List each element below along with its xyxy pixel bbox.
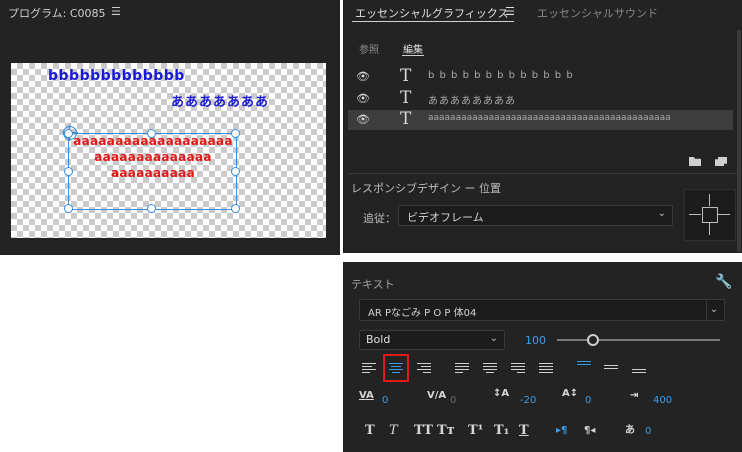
new-layer-icon[interactable]	[715, 157, 727, 166]
pin-right-line[interactable]	[718, 214, 730, 215]
subtab-browse[interactable]: 参照	[359, 41, 379, 56]
font-style-dropdown[interactable]: Bold ⌄	[359, 330, 505, 350]
tsume-icon: あ	[625, 425, 635, 436]
resize-handle-top-left[interactable]	[64, 129, 73, 138]
pin-bottom-line[interactable]	[709, 223, 710, 235]
align-middle-icon[interactable]	[604, 365, 618, 378]
eye-icon[interactable]: 👁	[356, 70, 370, 83]
chevron-down-icon: ⌄	[706, 300, 721, 320]
resize-handle-bottom-right[interactable]	[231, 204, 240, 213]
leading-icon: ↕A	[493, 388, 510, 399]
resize-handle-top[interactable]	[147, 129, 156, 138]
canvas-text-line-jp[interactable]: あああああああ	[171, 91, 269, 110]
chevron-down-icon: ⌄	[657, 208, 666, 219]
align-right-icon[interactable]	[417, 363, 431, 376]
follow-dropdown[interactable]: ビデオフレーム ⌄	[398, 205, 673, 226]
subscript-button[interactable]: T₁	[494, 423, 509, 438]
wrench-icon[interactable]: 🔧	[715, 274, 732, 290]
kerning-icon: VA	[359, 390, 374, 401]
eye-icon[interactable]: 👁	[356, 113, 370, 126]
align-bottom-icon[interactable]	[632, 369, 646, 382]
tracking-icon: V/A	[427, 390, 447, 401]
rtl-direction-icon[interactable]: ¶◂	[584, 425, 595, 436]
resize-handle-right[interactable]	[231, 167, 240, 176]
justify-all-icon[interactable]	[539, 363, 553, 376]
layer-label: aaaaaaaaaaaaaaaaaaaaaaaaaaaaaaaaaaaaaaaa…	[428, 113, 671, 123]
subtab-edit[interactable]: 編集	[403, 41, 423, 56]
text-section-title: テキスト	[351, 278, 395, 291]
layer-label: ああああああああ	[428, 96, 516, 107]
tab-essential-sound[interactable]: エッセンシャルサウンド	[537, 5, 658, 21]
resize-handle-bottom-left[interactable]	[64, 204, 73, 213]
all-caps-button[interactable]: TT	[414, 423, 433, 438]
align-top-icon[interactable]	[577, 361, 591, 374]
text-layer-icon: T	[400, 66, 412, 86]
font-style-value: Bold	[366, 333, 391, 346]
center-align-highlight	[383, 354, 409, 382]
faux-italic-button[interactable]: T	[389, 423, 398, 438]
layer-row[interactable]: 👁 T ああああああああ	[348, 88, 733, 109]
resize-handle-top-right[interactable]	[231, 129, 240, 138]
tsume-value[interactable]: 0	[645, 426, 651, 437]
align-left-icon[interactable]	[362, 363, 376, 376]
active-tab-underline	[352, 21, 514, 22]
pin-left-line[interactable]	[689, 214, 701, 215]
canvas-text-line-b[interactable]: bbbbbbbbbbbbb	[48, 68, 185, 84]
text-layer-icon: T	[400, 88, 412, 108]
font-family-value: AR Pなごみ P O P 体04	[368, 308, 477, 319]
resize-handle-left[interactable]	[64, 167, 73, 176]
resize-handle-bottom[interactable]	[147, 204, 156, 213]
chevron-down-icon: ⌄	[489, 333, 498, 344]
baseline-shift-icon: A↕	[562, 388, 579, 399]
text-properties-panel: テキスト 🔧 AR Pなごみ P O P 体04 ⌄ Bold ⌄ 100 VA…	[343, 262, 742, 452]
small-caps-button[interactable]: Tт	[437, 423, 455, 438]
pin-top-line[interactable]	[709, 194, 710, 206]
selection-bounding-box[interactable]	[68, 133, 237, 210]
responsive-design-title: レスポンシブデザイン ー 位置	[351, 182, 501, 195]
pin-center-square[interactable]	[702, 207, 718, 223]
leading-value[interactable]: -20	[520, 395, 536, 406]
program-canvas[interactable]: bbbbbbbbbbbbb あああああああ aaaaaaaaaaaaaaaaaa…	[11, 63, 326, 238]
layer-row-selected[interactable]: 👁 T aaaaaaaaaaaaaaaaaaaaaaaaaaaaaaaaaaaa…	[348, 109, 733, 130]
font-size-value[interactable]: 100	[525, 334, 546, 347]
underline-button[interactable]: T	[519, 423, 529, 438]
panel-divider	[343, 0, 344, 253]
font-family-dropdown[interactable]: AR Pなごみ P O P 体04 ⌄	[359, 299, 725, 321]
essential-graphics-panel: エッセンシャルグラフィックス ☰ エッセンシャルサウンド 参照 編集 👁 T b…	[343, 0, 742, 253]
section-divider	[348, 173, 738, 174]
subtab-underline	[402, 55, 424, 56]
justify-last-left-icon[interactable]	[455, 363, 469, 376]
essential-graphics-menu-icon[interactable]: ☰	[505, 5, 515, 18]
program-title: プログラム: C0085	[8, 7, 106, 20]
font-size-slider[interactable]	[557, 339, 720, 341]
tab-essential-graphics[interactable]: エッセンシャルグラフィックス	[355, 5, 508, 21]
pin-position-widget[interactable]	[684, 189, 736, 241]
justify-last-center-icon[interactable]	[483, 363, 497, 376]
eye-icon[interactable]: 👁	[356, 92, 370, 105]
layer-row[interactable]: 👁 T b b b b b b b b b b b b b	[348, 66, 733, 87]
font-size-slider-knob[interactable]	[586, 334, 599, 346]
tracking-value[interactable]: 0	[450, 395, 456, 406]
follow-label: 追従：	[363, 212, 396, 225]
superscript-button[interactable]: T¹	[468, 423, 483, 438]
faux-bold-button[interactable]: T	[365, 423, 375, 438]
tab-width-icon: ⇥	[630, 390, 639, 401]
panel-scrollbar[interactable]	[737, 30, 741, 252]
ltr-direction-icon[interactable]: ▸¶	[556, 425, 567, 436]
new-group-folder-icon[interactable]	[689, 157, 701, 166]
tab-width-value[interactable]: 400	[653, 395, 672, 406]
program-menu-icon[interactable]: ☰	[111, 5, 121, 18]
text-layer-icon: T	[400, 109, 412, 129]
layer-label: b b b b b b b b b b b b b	[428, 70, 574, 81]
program-monitor: プログラム: C0085 ☰ bbbbbbbbbbbbb あああああああ aaa…	[0, 0, 340, 255]
baseline-shift-value[interactable]: 0	[585, 395, 591, 406]
follow-dropdown-value: ビデオフレーム	[407, 211, 484, 224]
kerning-value[interactable]: 0	[382, 395, 388, 406]
justify-last-right-icon[interactable]	[511, 363, 525, 376]
